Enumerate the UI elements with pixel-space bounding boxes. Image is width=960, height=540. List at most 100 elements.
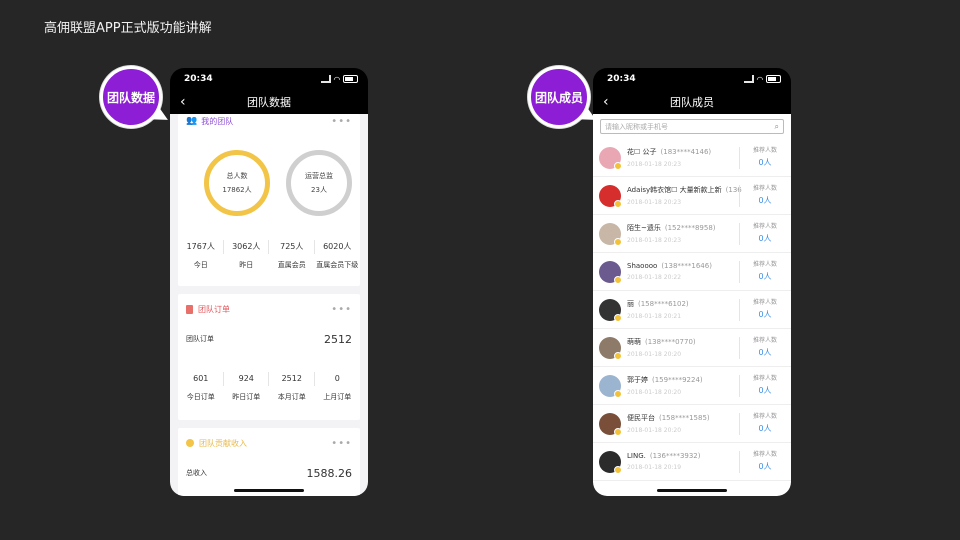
stat-value: 6020人 bbox=[323, 242, 352, 251]
stat-orders-yesterday[interactable]: 924 昨日订单 bbox=[224, 370, 270, 406]
more-icon[interactable]: ••• bbox=[331, 438, 352, 449]
stat-value: 601 bbox=[193, 374, 209, 383]
back-arrow-icon[interactable]: ‹ bbox=[180, 94, 186, 110]
referral-value: 0人 bbox=[758, 310, 772, 319]
avatar bbox=[599, 298, 622, 322]
member-name: 陌生~遗乐 bbox=[627, 224, 661, 232]
stat-label: 上月订单 bbox=[323, 393, 352, 401]
stat-label: 直属会员 bbox=[277, 261, 306, 269]
stat-label: 昨日 bbox=[239, 261, 254, 269]
referral-label: 推荐人数 bbox=[752, 261, 777, 268]
phone-team-members: 20:34 ◠ ‹ 团队成员 请输入昵称或手机号 ⌕ 花☐ 公子 (183****… bbox=[593, 68, 791, 496]
avatar bbox=[599, 222, 622, 246]
search-input[interactable]: 请输入昵称或手机号 ⌕ bbox=[600, 119, 784, 134]
referral-count: 推荐人数 0人 bbox=[739, 297, 783, 321]
card-header: 团队订单 ••• bbox=[178, 294, 360, 324]
orders-stats-row: 601 今日订单 924 昨日订单 2512 本月订单 0 上月订单 bbox=[178, 370, 360, 406]
stat-today[interactable]: 1767人 今日 bbox=[178, 238, 224, 274]
member-phone: (158****1585) bbox=[659, 414, 710, 422]
member-phone: (136****3932) bbox=[649, 452, 701, 460]
member-row[interactable]: Shaoooo (138****1646) 2018-01-18 20:22 推荐人数… bbox=[593, 253, 791, 291]
member-row[interactable]: LING. (136****3932) 2018-01-18 20:19 推荐人数 0人 bbox=[593, 443, 791, 481]
referral-value: 0人 bbox=[758, 424, 772, 433]
avatar bbox=[599, 450, 622, 474]
card-title: 团队订单 bbox=[198, 304, 230, 314]
stat-direct-members[interactable]: 725人直属会员 bbox=[269, 238, 315, 274]
home-indicator[interactable] bbox=[234, 489, 304, 492]
referral-count: 推荐人数 0人 bbox=[739, 145, 783, 169]
home-indicator[interactable] bbox=[657, 489, 727, 492]
total-label: 总人数 bbox=[226, 172, 248, 180]
status-icons: ◠ bbox=[320, 74, 358, 84]
more-icon[interactable]: ••• bbox=[331, 304, 352, 315]
nav-bar: ‹ 团队成员 bbox=[593, 90, 791, 114]
ops-value: 23人 bbox=[311, 186, 327, 194]
member-name: Adaisy韩衣馆☐ 大量新款上新 bbox=[627, 186, 722, 194]
status-bar: 20:34 ◠ bbox=[593, 68, 791, 90]
member-name: LING. bbox=[627, 452, 646, 460]
member-row[interactable]: 郭于婷 (159****9224) 2018-01-18 20:20 推荐人数 0人 bbox=[593, 367, 791, 405]
card-header: 团队贡献收入 ••• bbox=[178, 428, 360, 458]
stat-orders-this-month[interactable]: 2512 本月订单 bbox=[269, 370, 315, 406]
referral-label: 推荐人数 bbox=[752, 413, 777, 420]
referral-count: 推荐人数 0人 bbox=[739, 183, 783, 207]
referral-label: 推荐人数 bbox=[752, 223, 777, 230]
coin-icon bbox=[186, 439, 194, 447]
battery-icon bbox=[343, 75, 358, 83]
back-arrow-icon[interactable]: ‹ bbox=[603, 94, 609, 110]
referral-label: 推荐人数 bbox=[752, 147, 777, 154]
nav-title: 团队成员 bbox=[670, 96, 714, 109]
referral-label: 推荐人数 bbox=[752, 451, 777, 458]
wifi-icon: ◠ bbox=[333, 74, 340, 84]
member-row[interactable]: 丽 (158****6102) 2018-01-18 20:21 推荐人数 0人 bbox=[593, 291, 791, 329]
member-name: 花☐ 公子 bbox=[627, 148, 657, 156]
referral-count: 推荐人数 0人 bbox=[739, 335, 783, 359]
summary-value: 1588.26 bbox=[306, 466, 353, 480]
card-title: 我的团队 bbox=[201, 116, 234, 126]
stat-direct-subordinates[interactable]: 6020人直属会员下级 bbox=[315, 238, 361, 274]
member-row[interactable]: Adaisy韩衣馆☐ 大量新款上新 (136 2018-01-18 20:23 推荐人… bbox=[593, 177, 791, 215]
card-title: 团队贡献收入 bbox=[199, 438, 247, 448]
team-orders-card: 团队订单 ••• 团队订单 2512 601 今日订单 924 昨日订单 2512 本… bbox=[178, 294, 360, 420]
search-icon[interactable]: ⌕ bbox=[775, 122, 779, 132]
order-icon bbox=[186, 304, 193, 314]
referral-count: 推荐人数 0人 bbox=[739, 411, 783, 435]
battery-icon bbox=[766, 75, 781, 83]
avatar bbox=[599, 374, 622, 398]
referral-value: 0人 bbox=[758, 348, 772, 357]
stat-orders-last-month[interactable]: 0 上月订单 bbox=[315, 370, 361, 406]
team-members-badge: 团队成员 bbox=[528, 66, 590, 128]
member-name: 萌萌 bbox=[627, 338, 641, 346]
stat-value: 2512 bbox=[281, 374, 302, 383]
stat-yesterday[interactable]: 3062人 昨日 bbox=[224, 238, 270, 274]
referral-label: 推荐人数 bbox=[752, 337, 777, 344]
status-icons: ◠ bbox=[743, 75, 781, 84]
stat-label: 直属会员下级 bbox=[316, 261, 359, 269]
stat-value: 725人 bbox=[280, 242, 304, 251]
team-stats-row: 1767人 今日 3062人 昨日 725人直属会员 6020人直属会员下级 bbox=[178, 238, 360, 274]
orders-summary: 团队订单 2512 bbox=[178, 324, 360, 354]
avatar bbox=[599, 184, 622, 208]
stat-value: 0 bbox=[334, 374, 340, 383]
member-row[interactable]: 陌生~遗乐 (152****8958) 2018-01-18 20:23 推荐人数 0人 bbox=[593, 215, 791, 253]
stat-orders-today[interactable]: 601 今日订单 bbox=[178, 370, 224, 406]
referral-label: 推荐人数 bbox=[752, 185, 777, 192]
phone-team-data: 20:34 ◠ ‹ 团队数据 👥 我的团队 ••• 总人数 17862人 运营总… bbox=[170, 68, 368, 496]
more-icon[interactable]: ••• bbox=[331, 116, 352, 127]
referral-value: 0人 bbox=[758, 462, 772, 471]
ops-label: 运营总监 bbox=[305, 172, 333, 180]
referral-value: 0人 bbox=[758, 234, 772, 243]
slide-title: 高佣联盟APP正式版功能讲解 bbox=[44, 21, 212, 36]
stat-value: 1767人 bbox=[186, 242, 215, 251]
team-icon: 👥 bbox=[186, 116, 198, 126]
stat-label: 本月订单 bbox=[277, 393, 306, 401]
member-name: Shaoooo bbox=[627, 262, 658, 270]
member-row[interactable]: 便民平台 (158****1585) 2018-01-18 20:20 推荐人数 0人 bbox=[593, 405, 791, 443]
ops-director-ring: 运营总监 23人 bbox=[286, 150, 352, 216]
team-members-screen[interactable]: 请输入昵称或手机号 ⌕ 花☐ 公子 (183****4146) 2018-01-18… bbox=[593, 114, 791, 496]
team-data-screen[interactable]: 👥 我的团队 ••• 总人数 17862人 运营总监 23人 1767人 今日 3… bbox=[170, 114, 368, 496]
member-row[interactable]: 萌萌 (138****0770) 2018-01-18 20:20 推荐人数 0人 bbox=[593, 329, 791, 367]
member-row[interactable]: 花☐ 公子 (183****4146) 2018-01-18 20:23 推荐人数 0人 bbox=[593, 139, 791, 177]
member-phone: (183****4146) bbox=[660, 148, 712, 156]
referral-value: 0人 bbox=[758, 196, 772, 205]
